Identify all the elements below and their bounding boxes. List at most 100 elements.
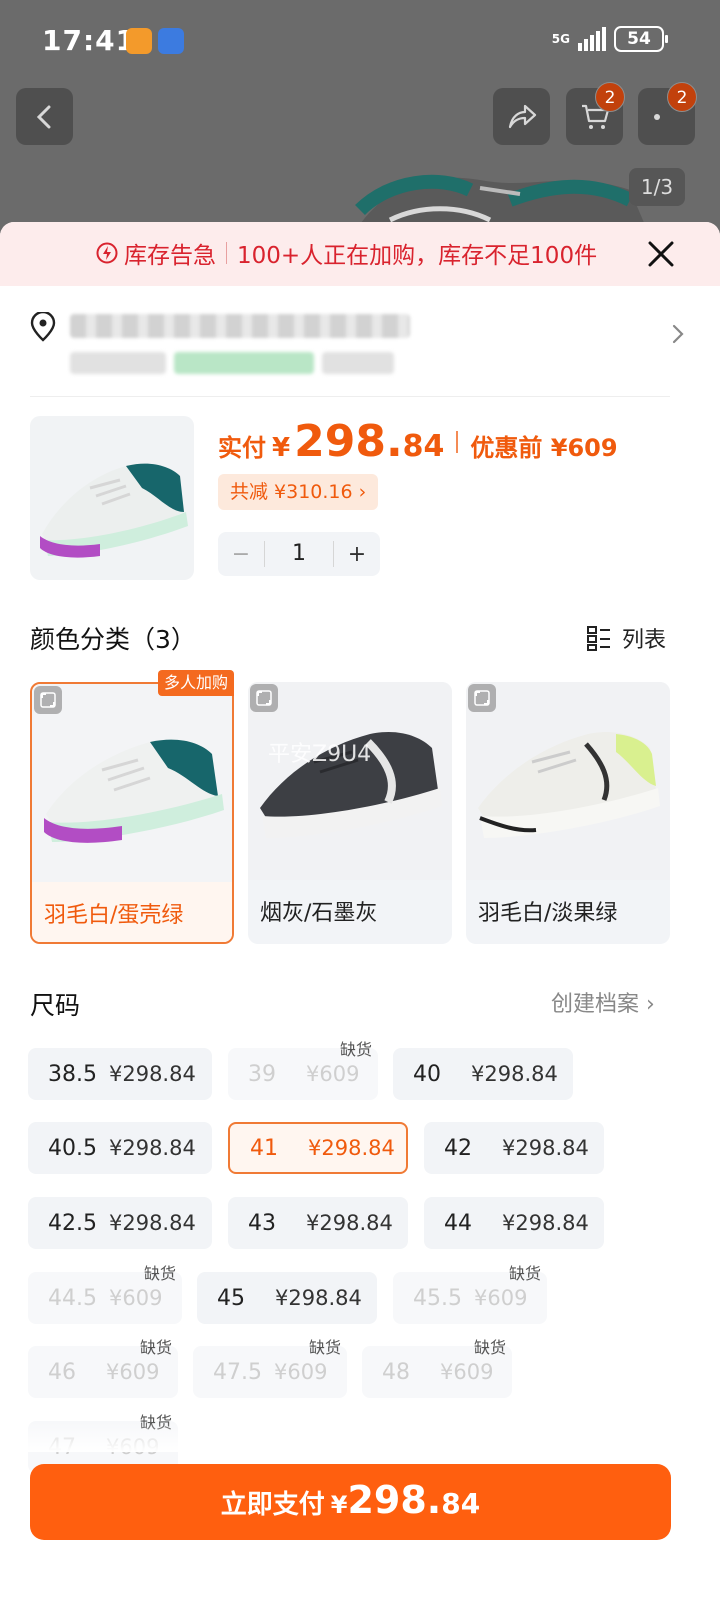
popular-tag: 多人加购 bbox=[157, 670, 234, 696]
color-option-3[interactable]: 羽毛白/淡果绿 bbox=[466, 682, 670, 944]
size-option-44-5[interactable]: 44.5 ¥609 缺货 bbox=[28, 1264, 182, 1324]
decrease-quantity-button[interactable]: − bbox=[218, 542, 264, 567]
size-option-42-5[interactable]: 42.5 ¥298.84 bbox=[28, 1197, 212, 1249]
share-icon bbox=[508, 104, 537, 129]
out-of-stock-label: 缺货 bbox=[473, 1338, 506, 1357]
size-option-43[interactable]: 43 ¥298.84 bbox=[228, 1197, 408, 1249]
stock-alert-title: 库存告急 bbox=[124, 243, 216, 269]
list-view-label: 列表 bbox=[622, 628, 667, 653]
image-watermark: 平安Z9U4 bbox=[268, 742, 372, 767]
size-label: 48 bbox=[382, 1359, 410, 1385]
currency-symbol: ¥ bbox=[272, 433, 291, 463]
list-view-toggle[interactable]: 列表 bbox=[586, 622, 666, 654]
pay-price-decimal: 84 bbox=[441, 1487, 481, 1520]
size-label: 45.5 bbox=[413, 1285, 462, 1311]
size-option-40-5[interactable]: 40.5 ¥298.84 bbox=[28, 1122, 212, 1174]
quantity-value[interactable]: 1 bbox=[264, 541, 334, 567]
cart-button[interactable]: 2 bbox=[566, 82, 625, 145]
shoe-image bbox=[44, 739, 224, 843]
color-option-image bbox=[32, 684, 232, 882]
sku-sheet: 库存告急 100+人正在加购，库存不足100件 实付 ¥ 298. 84 优惠前… bbox=[0, 222, 720, 1610]
pay-now-button[interactable]: 立即支付 ¥ 298. 84 bbox=[30, 1464, 671, 1540]
size-option-40[interactable]: 40 ¥298.84 bbox=[393, 1048, 573, 1100]
color-option-2[interactable]: 平安Z9U4 烟灰/石墨灰 bbox=[248, 682, 452, 944]
size-option-39[interactable]: 39 ¥609 缺货 bbox=[228, 1040, 378, 1100]
create-profile-label: 创建档案 bbox=[551, 992, 640, 1017]
increase-quantity-button[interactable]: + bbox=[334, 542, 380, 567]
out-of-stock-label: 缺货 bbox=[339, 1040, 372, 1059]
size-price: ¥298.84 bbox=[471, 1062, 558, 1086]
size-price: ¥298.84 bbox=[108, 1062, 196, 1086]
size-section-title: 尺码 bbox=[30, 991, 81, 1020]
size-label: 44.5 bbox=[48, 1285, 97, 1311]
color-option-1[interactable]: 多人加购 羽毛白/蛋壳绿 bbox=[30, 670, 234, 944]
image-counter: 1/3 bbox=[629, 168, 685, 206]
size-label: 43 bbox=[248, 1210, 276, 1236]
color-section-title: 颜色分类（3） bbox=[30, 625, 196, 654]
quantity-stepper: − 1 + bbox=[218, 532, 380, 576]
shoe-image bbox=[40, 463, 188, 558]
size-label: 47.5 bbox=[213, 1359, 262, 1385]
stock-alert-banner: 库存告急 100+人正在加购，库存不足100件 bbox=[0, 222, 720, 286]
size-option-45-5[interactable]: 45.5 ¥609 缺货 bbox=[393, 1264, 547, 1324]
color-option-name: 烟灰/石墨灰 bbox=[260, 901, 378, 926]
expand-icon[interactable] bbox=[34, 686, 62, 714]
size-label: 40 bbox=[413, 1061, 441, 1087]
size-label: 42 bbox=[444, 1135, 472, 1161]
close-icon[interactable] bbox=[646, 239, 676, 269]
back-button[interactable] bbox=[16, 88, 73, 145]
color-option-name: 羽毛白/蛋壳绿 bbox=[44, 903, 184, 928]
product-summary: 实付 ¥ 298. 84 优惠前 ¥609 共减 ¥310.16 › − 1 + bbox=[30, 416, 690, 586]
stock-alert-message: 100+人正在加购，库存不足100件 bbox=[237, 243, 598, 269]
size-label: 44 bbox=[444, 1210, 472, 1236]
notification-app-icon bbox=[126, 28, 152, 54]
size-option-45[interactable]: 45 ¥298.84 bbox=[197, 1272, 377, 1324]
size-label: 42.5 bbox=[48, 1210, 97, 1236]
more-button[interactable]: 2 bbox=[638, 82, 697, 145]
expand-icon[interactable] bbox=[250, 684, 278, 712]
size-label: 38.5 bbox=[48, 1061, 97, 1087]
expand-icon[interactable] bbox=[468, 684, 496, 712]
chevron-right-icon: › bbox=[646, 992, 655, 1017]
battery-icon: 54 bbox=[614, 26, 668, 52]
list-icon bbox=[587, 626, 610, 651]
discount-detail-button[interactable]: 共减 ¥310.16 › bbox=[218, 474, 379, 510]
status-indicators: 5G 54 bbox=[552, 26, 668, 52]
size-price: ¥298.84 bbox=[502, 1211, 589, 1235]
out-of-stock-label: 缺货 bbox=[508, 1264, 541, 1283]
message-badge: 2 bbox=[667, 82, 697, 112]
size-label: 41 bbox=[250, 1135, 278, 1161]
size-price: ¥609 bbox=[106, 1360, 160, 1384]
color-option-image bbox=[248, 682, 452, 880]
pay-price-integer: 298. bbox=[347, 1478, 442, 1522]
size-option-44[interactable]: 44 ¥298.84 bbox=[424, 1197, 604, 1249]
size-price: ¥609 bbox=[473, 1286, 528, 1310]
size-option-46[interactable]: 46 ¥609 缺货 bbox=[28, 1338, 178, 1398]
address-text-redacted bbox=[70, 314, 410, 338]
size-option-42[interactable]: 42 ¥298.84 bbox=[424, 1122, 604, 1174]
out-of-stock-label: 缺货 bbox=[308, 1338, 341, 1357]
scroll-fade bbox=[0, 1422, 720, 1452]
share-button[interactable] bbox=[493, 88, 550, 145]
divider bbox=[226, 242, 227, 264]
size-price: ¥298.84 bbox=[108, 1136, 196, 1160]
final-price-label: 实付 bbox=[218, 434, 266, 462]
lightning-icon bbox=[96, 242, 118, 264]
color-option-image bbox=[466, 682, 670, 880]
size-price: ¥298.84 bbox=[275, 1286, 362, 1310]
size-label: 39 bbox=[248, 1061, 276, 1087]
create-profile-link[interactable]: 创建档案 › bbox=[551, 986, 655, 1018]
size-option-47-5[interactable]: 47.5 ¥609 缺货 bbox=[193, 1338, 347, 1398]
location-pin-icon bbox=[30, 312, 56, 342]
divider bbox=[30, 396, 670, 397]
divider bbox=[456, 430, 459, 453]
size-price: ¥298.84 bbox=[308, 1136, 395, 1160]
shipping-info-redacted bbox=[70, 352, 394, 374]
size-option-48[interactable]: 48 ¥609 缺货 bbox=[362, 1338, 512, 1398]
size-option-38-5[interactable]: 38.5 ¥298.84 bbox=[28, 1048, 212, 1100]
product-thumbnail[interactable] bbox=[30, 416, 194, 580]
size-price: ¥609 bbox=[306, 1062, 360, 1086]
delivery-address-row[interactable] bbox=[30, 306, 690, 396]
size-price: ¥298.84 bbox=[502, 1136, 589, 1160]
size-option-41[interactable]: 41 ¥298.84 bbox=[228, 1122, 408, 1174]
